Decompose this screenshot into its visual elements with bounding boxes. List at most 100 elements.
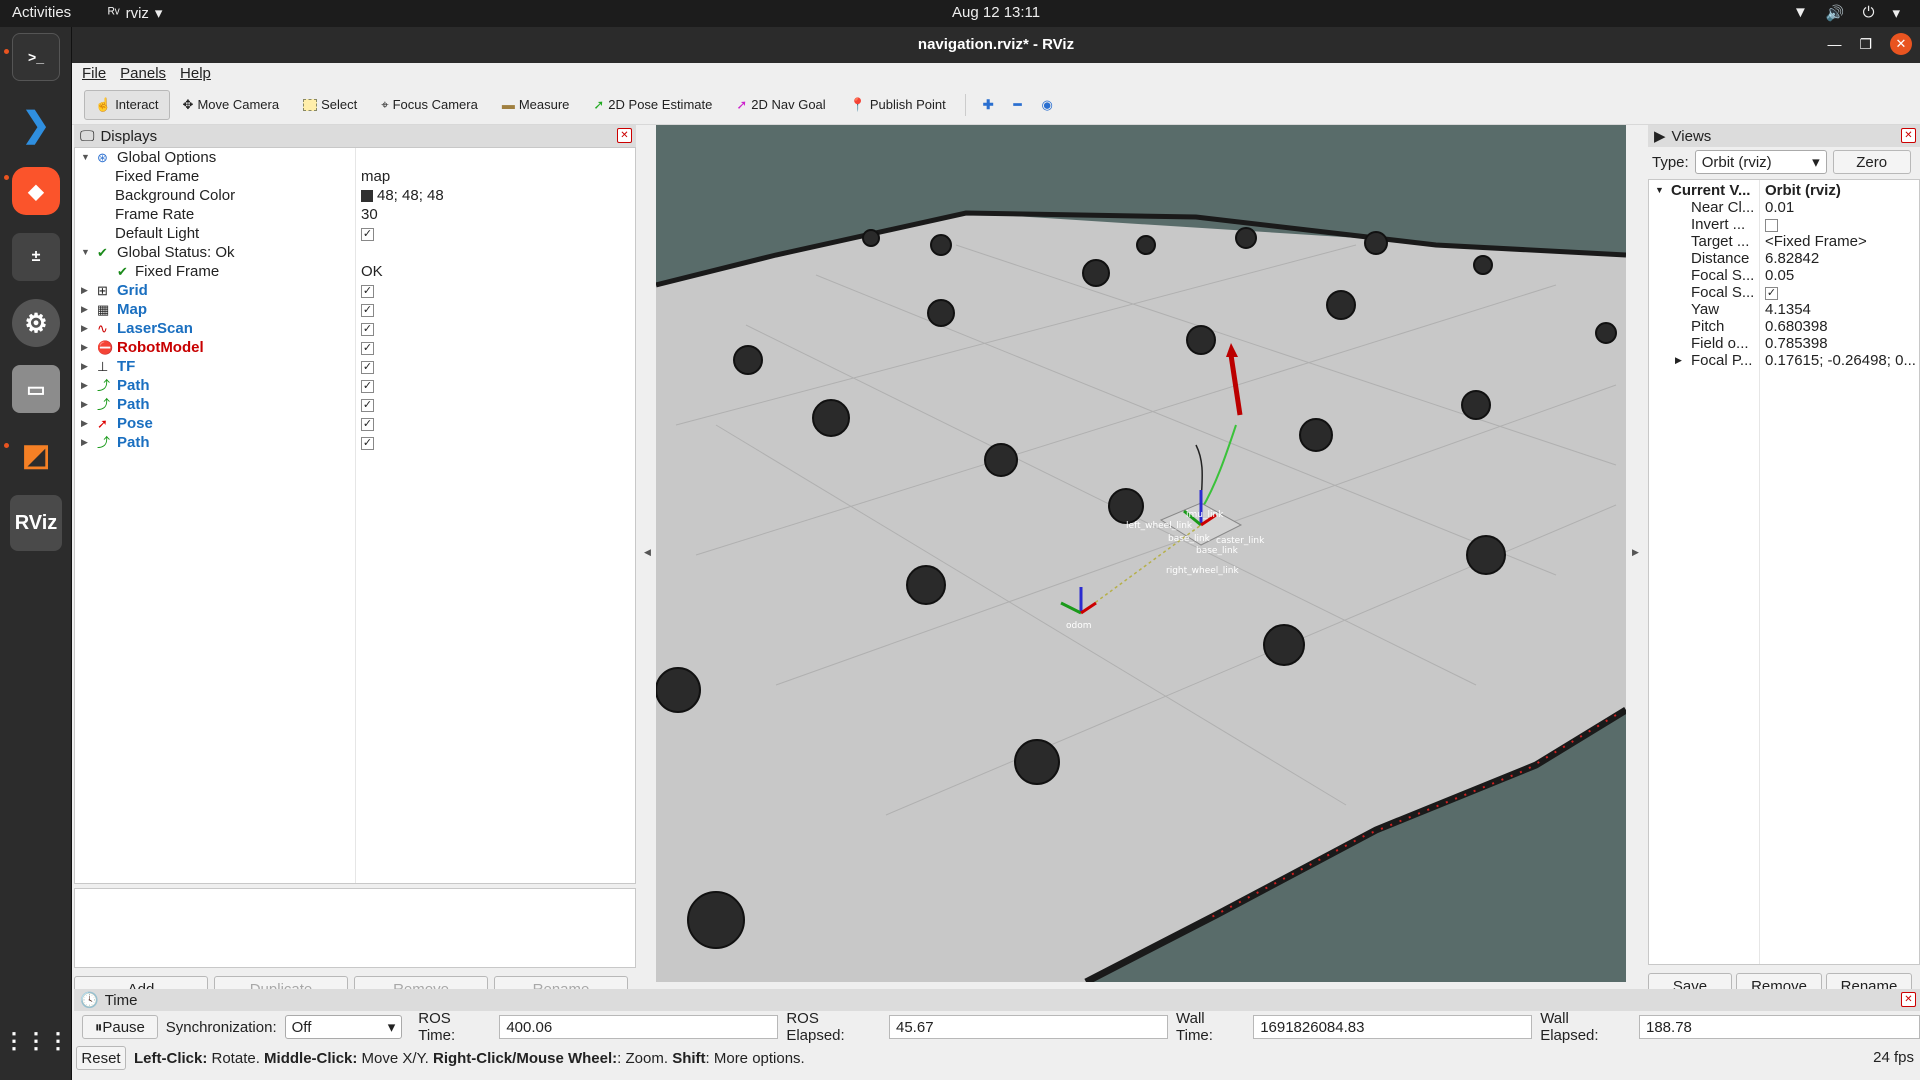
view-row[interactable]: Pitch 0.680398 bbox=[1649, 318, 1919, 335]
row-value[interactable]: 30 bbox=[361, 205, 378, 224]
collapse-right-icon[interactable]: ▶ bbox=[1632, 547, 1639, 558]
checkbox[interactable]: ✓ bbox=[361, 379, 374, 393]
sync-select[interactable]: Off ▾ bbox=[284, 1015, 403, 1039]
view-row[interactable]: Focal S... ✓ bbox=[1649, 284, 1919, 301]
tree-row-map[interactable]: ▶ ▦ Map ✓ bbox=[75, 300, 635, 319]
menu-file[interactable]: File bbox=[82, 65, 106, 85]
current-view-row[interactable]: ▼ Current V... Orbit (rviz) bbox=[1649, 182, 1919, 199]
checkbox[interactable]: ✓ bbox=[1765, 286, 1778, 300]
zero-button[interactable]: Zero bbox=[1832, 150, 1911, 174]
eye-icon[interactable]: ◉ bbox=[1032, 90, 1061, 120]
tree-row-grid[interactable]: ▶ ⊞ Grid ✓ bbox=[75, 281, 635, 300]
help-key-shift: Shift bbox=[672, 1049, 706, 1067]
tree-row-frame-rate[interactable]: Frame Rate 30 bbox=[75, 205, 635, 224]
checkbox[interactable]: ✓ bbox=[361, 417, 374, 431]
row-value[interactable]: 0.01 bbox=[1765, 199, 1915, 216]
row-value[interactable]: 0.17615; -0.26498; 0... bbox=[1765, 352, 1915, 369]
close-icon[interactable]: ✕ bbox=[1901, 128, 1916, 143]
pose-estimate-tool[interactable]: ➚ 2D Pose Estimate bbox=[582, 90, 723, 120]
tree-row-global-status[interactable]: ▼ ✔ Global Status: Ok bbox=[75, 243, 635, 262]
tree-row-laserscan[interactable]: ▶ ∿ LaserScan ✓ bbox=[75, 319, 635, 338]
system-tray[interactable]: ▼ 🔊 ⏻ ▾ bbox=[1793, 4, 1900, 22]
row-value[interactable]: 0.785398 bbox=[1765, 335, 1915, 352]
view-row[interactable]: Near Cl... 0.01 bbox=[1649, 199, 1919, 216]
checkbox[interactable]: ✓ bbox=[361, 398, 374, 412]
row-value[interactable]: 4.1354 bbox=[1765, 301, 1915, 318]
close-icon[interactable]: ✕ bbox=[617, 128, 632, 143]
checkbox[interactable]: ✓ bbox=[361, 284, 374, 298]
minimize-icon[interactable]: — bbox=[1827, 36, 1841, 52]
tree-row-fixed-frame-status[interactable]: ✔ Fixed Frame OK bbox=[75, 262, 635, 281]
select-tool[interactable]: Select bbox=[292, 90, 368, 120]
row-value[interactable]: 48; 48; 48 bbox=[361, 186, 444, 205]
close-icon[interactable]: ✕ bbox=[1901, 992, 1916, 1007]
row-value[interactable]: map bbox=[361, 167, 390, 186]
tool-label: Select bbox=[321, 97, 358, 112]
tree-row-pose[interactable]: ▶ ➚ Pose ✓ bbox=[75, 414, 635, 433]
tree-row-robotmodel[interactable]: ▶ ⛔ RobotModel ✓ bbox=[75, 338, 635, 357]
row-value[interactable]: 0.05 bbox=[1765, 267, 1915, 284]
view-row[interactable]: Yaw 4.1354 bbox=[1649, 301, 1919, 318]
wall-elapsed-field[interactable]: 188.78 bbox=[1639, 1015, 1920, 1039]
close-icon[interactable]: ✕ bbox=[1890, 33, 1912, 55]
maximize-icon[interactable]: ❐ bbox=[1859, 36, 1872, 53]
tree-row-background-color[interactable]: Background Color 48; 48; 48 bbox=[75, 186, 635, 205]
checkbox[interactable] bbox=[1765, 218, 1778, 232]
menu-panels[interactable]: Panels bbox=[120, 65, 166, 85]
wall-time-field[interactable]: 1691826084.83 bbox=[1253, 1015, 1533, 1039]
row-value[interactable]: <Fixed Frame> bbox=[1765, 233, 1915, 250]
tree-row-default-light[interactable]: Default Light ✓ bbox=[75, 224, 635, 243]
move-camera-tool[interactable]: ✥ Move Camera bbox=[172, 90, 291, 120]
calculator-icon[interactable]: ± bbox=[12, 233, 60, 281]
ros-time-field[interactable]: 400.06 bbox=[499, 1015, 779, 1039]
sublime-text-icon[interactable]: ◩ bbox=[12, 431, 60, 479]
render-viewport[interactable]: odom base_link base_link left_wheel_link… bbox=[656, 125, 1626, 982]
view-row[interactable]: Invert ... bbox=[1649, 216, 1919, 233]
activities-button[interactable]: Activities bbox=[12, 4, 71, 21]
terminal-icon[interactable]: >_ bbox=[12, 33, 60, 81]
app-menu[interactable]: ᴿᵛ rviz ▾ bbox=[108, 4, 162, 23]
tree-row-path[interactable]: ▶ ⤴ Path ✓ bbox=[75, 433, 635, 452]
tree-row-tf[interactable]: ▶ ⊥ TF ✓ bbox=[75, 357, 635, 376]
menu-help[interactable]: Help bbox=[180, 65, 211, 85]
checkbox[interactable]: ✓ bbox=[361, 303, 374, 317]
settings-icon[interactable]: ⚙ bbox=[12, 299, 60, 347]
row-value[interactable]: 6.82842 bbox=[1765, 250, 1915, 267]
reset-button[interactable]: Reset bbox=[76, 1046, 126, 1070]
ros-elapsed-field[interactable]: 45.67 bbox=[889, 1015, 1168, 1039]
pause-button[interactable]: ⏸ Pause bbox=[82, 1015, 158, 1039]
nav-goal-tool[interactable]: ➚ 2D Nav Goal bbox=[725, 90, 836, 120]
tree-row-path[interactable]: ▶ ⤴ Path ✓ bbox=[75, 376, 635, 395]
displays-panel: 🖵 Displays ✕ ▼ ⊛ Global Options Fixed Fram… bbox=[74, 125, 636, 1002]
show-apps-icon[interactable]: ⋮⋮⋮ bbox=[3, 1017, 69, 1065]
checkbox[interactable]: ✓ bbox=[361, 341, 374, 355]
checkbox[interactable]: ✓ bbox=[361, 227, 374, 241]
row-label: Background Color bbox=[115, 187, 236, 204]
files-icon[interactable]: ▭ bbox=[12, 365, 60, 413]
collapse-left-icon[interactable]: ◀ bbox=[644, 547, 651, 558]
checkbox[interactable]: ✓ bbox=[361, 436, 374, 450]
vscode-icon[interactable]: ❯ bbox=[12, 101, 60, 149]
publish-point-tool[interactable]: 📍 Publish Point bbox=[839, 90, 957, 120]
add-tool-icon[interactable]: ✚ bbox=[974, 90, 1003, 120]
rviz-icon[interactable]: RViz bbox=[10, 495, 62, 551]
tree-row-path[interactable]: ▶ ⤴ Path ✓ bbox=[75, 395, 635, 414]
measure-tool[interactable]: ▬ Measure bbox=[491, 90, 581, 120]
row-value[interactable]: 0.680398 bbox=[1765, 318, 1915, 335]
view-row[interactable]: Distance 6.82842 bbox=[1649, 250, 1919, 267]
view-row[interactable]: ▶ Focal P... 0.17615; -0.26498; 0... bbox=[1649, 352, 1919, 369]
focus-camera-tool[interactable]: ⌖ Focus Camera bbox=[370, 90, 489, 120]
clock[interactable]: Aug 12 13:11 bbox=[952, 4, 1040, 21]
checkbox[interactable]: ✓ bbox=[361, 360, 374, 374]
brave-browser-icon[interactable]: ◆ bbox=[12, 167, 60, 215]
tree-row-global-options[interactable]: ▼ ⊛ Global Options bbox=[75, 148, 635, 167]
checkbox[interactable]: ✓ bbox=[361, 322, 374, 336]
view-row[interactable]: Field o... 0.785398 bbox=[1649, 335, 1919, 352]
interact-tool[interactable]: ☝ Interact bbox=[84, 89, 170, 120]
view-row[interactable]: Focal S... 0.05 bbox=[1649, 267, 1919, 284]
monitor-icon: 🖵 bbox=[80, 127, 95, 145]
view-type-select[interactable]: Orbit (rviz) ▾ bbox=[1694, 150, 1827, 174]
tree-row-fixed-frame[interactable]: Fixed Frame map bbox=[75, 167, 635, 186]
remove-tool-icon[interactable]: ━ bbox=[1005, 90, 1031, 120]
view-row[interactable]: Target ... <Fixed Frame> bbox=[1649, 233, 1919, 250]
